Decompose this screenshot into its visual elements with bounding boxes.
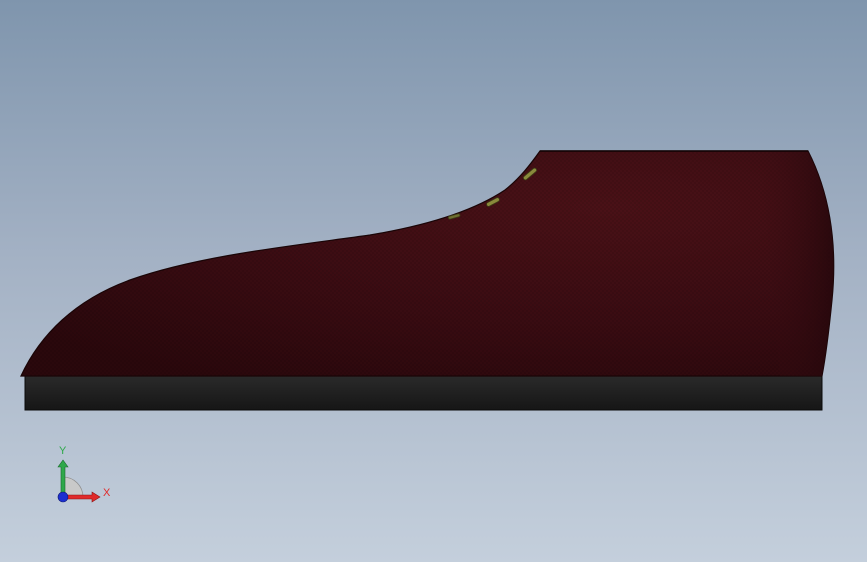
z-axis-dot: [57, 491, 69, 503]
x-axis-label: X: [103, 487, 111, 499]
graphics-viewport[interactable]: Y X: [0, 0, 867, 562]
shoe-upper[interactable]: [20, 150, 835, 377]
shoe-sole[interactable]: [24, 375, 823, 411]
y-axis-label: Y: [59, 445, 67, 457]
shoe-model[interactable]: [0, 0, 867, 562]
coordinate-triad: Y X: [57, 445, 111, 503]
